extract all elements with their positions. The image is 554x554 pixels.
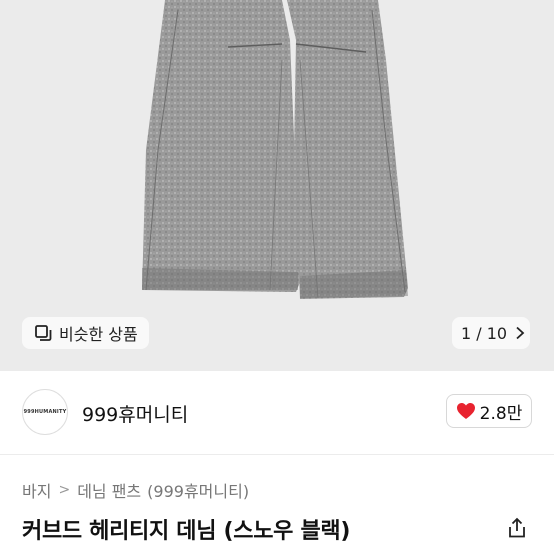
product-image-carousel[interactable]: 비슷한 상품 1 / 10 — [0, 0, 554, 371]
chevron-right-icon — [516, 326, 525, 340]
copy-icon — [35, 325, 52, 341]
breadcrumb-pants[interactable]: 바지 — [22, 478, 51, 502]
image-counter-button[interactable]: 1 / 10 — [452, 317, 530, 349]
product-photo-jeans — [142, 0, 408, 299]
heart-icon — [456, 403, 475, 419]
like-count: 2.8만 — [479, 403, 523, 424]
shop-logo-text: 999HUMANITY — [23, 409, 67, 415]
image-counter-text: 1 / 10 — [461, 323, 508, 343]
breadcrumb-denim-pants[interactable]: 데님 팬츠 — [77, 478, 141, 502]
breadcrumb: 바지 > 데님 팬츠 (999휴머니티) — [22, 478, 249, 502]
shop-info-row: 999HUMANITY 999휴머니티 2.8만 — [0, 371, 554, 455]
share-icon[interactable] — [505, 516, 529, 540]
shop-logo[interactable]: 999HUMANITY — [22, 389, 68, 435]
breadcrumb-brand[interactable]: (999휴머니티) — [147, 478, 249, 502]
breadcrumb-separator-icon: > — [58, 482, 71, 498]
like-button[interactable]: 2.8만 — [446, 394, 532, 428]
similar-products-label: 비슷한 상품 — [59, 325, 138, 344]
similar-products-button[interactable]: 비슷한 상품 — [22, 317, 149, 349]
product-title: 커브드 헤리티지 데님 (스노우 블랙) — [22, 519, 351, 544]
shop-name-link[interactable]: 999휴머니티 — [82, 400, 188, 427]
